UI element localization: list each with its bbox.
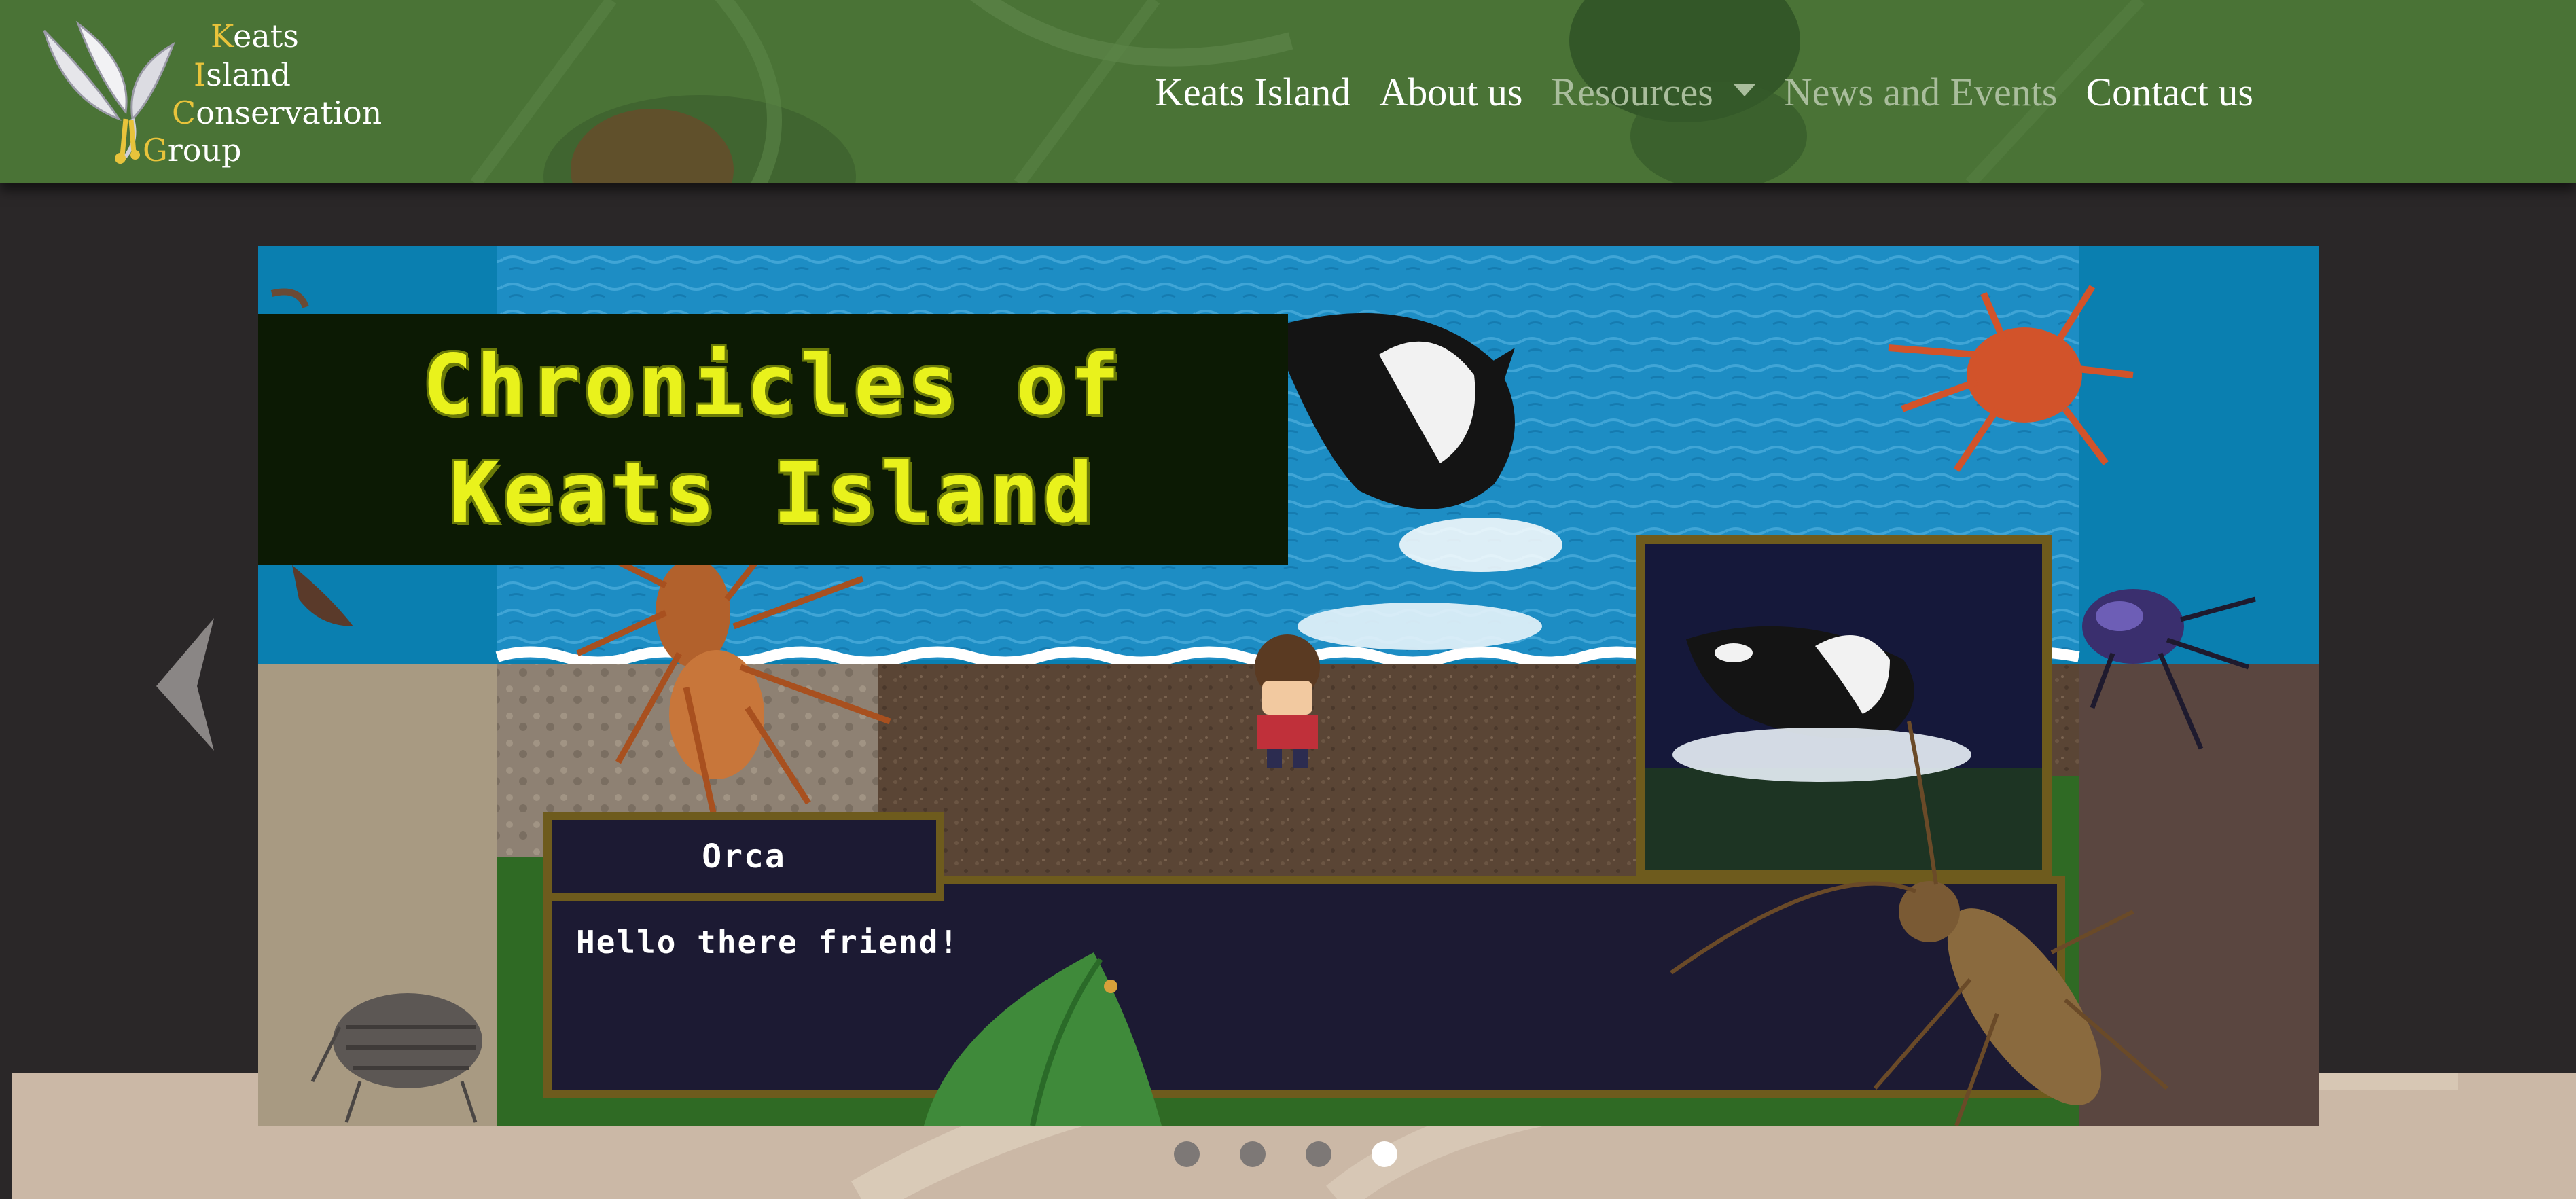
- nav-resources-dropdown[interactable]: Resources: [1551, 69, 1755, 115]
- game-carousel[interactable]: Chronicles of Keats Island Hello there f…: [258, 246, 2319, 1126]
- carousel-indicator-1[interactable]: [1174, 1141, 1200, 1167]
- game-title-banner: Chronicles of Keats Island: [258, 314, 1288, 565]
- nav-contact-us[interactable]: Contact us: [2086, 69, 2253, 115]
- speaker-portrait: [1636, 535, 2052, 879]
- logo-line-4: Group: [143, 132, 242, 168]
- nav-news-and-events[interactable]: News and Events: [1784, 69, 2058, 115]
- logo-line-2: Island: [194, 56, 291, 93]
- nav-about-us[interactable]: About us: [1379, 69, 1522, 115]
- logo-wordmark: Keats Island Conservation Group: [37, 17, 391, 173]
- carousel-indicator-4[interactable]: [1372, 1141, 1397, 1167]
- speaker-name: Orca: [702, 838, 786, 876]
- logo-line-3: Conservation: [172, 94, 382, 131]
- logo-line-1: Keats: [211, 18, 299, 54]
- carousel-indicator-3[interactable]: [1306, 1141, 1331, 1167]
- player-character-sprite: [1255, 634, 1320, 768]
- nav-keats-island[interactable]: Keats Island: [1155, 69, 1350, 115]
- site-header: Keats Island Conservation Group Keats Is…: [0, 0, 2576, 183]
- game-title-line-1: Chronicles of: [422, 337, 1124, 434]
- site-logo[interactable]: Keats Island Conservation Group: [37, 17, 391, 173]
- speaker-name-box: Orca: [543, 812, 944, 901]
- carousel-indicator-2[interactable]: [1240, 1141, 1266, 1167]
- carousel-indicators: [1174, 1141, 1437, 1167]
- dialog-text: Hello there friend!: [576, 924, 960, 961]
- main-nav: Keats Island About us Resources News and…: [1155, 65, 2282, 119]
- chevron-left-icon: [156, 618, 214, 751]
- orca-portrait-image: [1645, 544, 2042, 870]
- nav-resources-label: Resources: [1551, 69, 1713, 114]
- game-title-line-2: Keats Island: [449, 445, 1097, 541]
- carousel-prev-button[interactable]: [143, 611, 231, 768]
- caret-down-icon: [1733, 84, 1755, 97]
- dialog-box: Hello there friend!: [543, 876, 2065, 1098]
